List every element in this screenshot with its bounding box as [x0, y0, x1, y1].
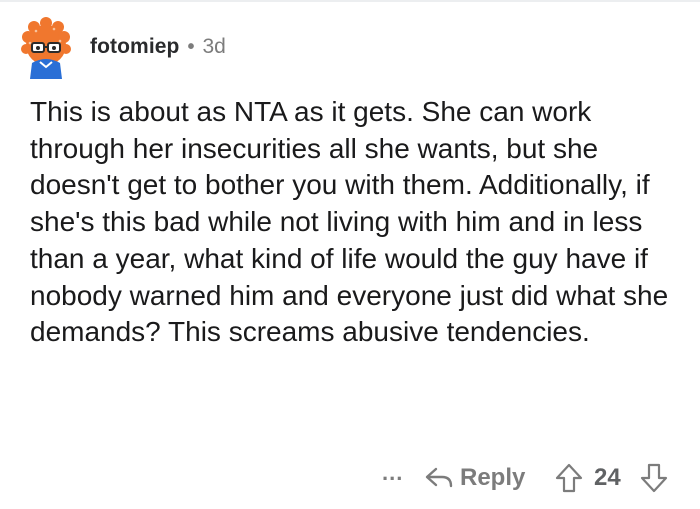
- comment-body: This is about as NTA as it gets. She can…: [30, 96, 669, 348]
- comment-header: fotomiep • 3d: [14, 14, 226, 80]
- snoo-avatar-icon[interactable]: [14, 15, 78, 79]
- top-divider: [0, 0, 700, 2]
- reply-arrow-icon: [425, 467, 453, 488]
- upvote-arrow-icon[interactable]: [555, 463, 583, 493]
- comment-actions: ... Reply 24: [0, 458, 700, 498]
- comment-age: 3d: [202, 35, 226, 58]
- meta-separator: •: [187, 35, 195, 58]
- reply-label: Reply: [460, 464, 526, 491]
- more-options-button[interactable]: ...: [382, 460, 403, 486]
- vote-score: 24: [594, 464, 621, 491]
- reply-button[interactable]: Reply: [424, 460, 525, 496]
- downvote-arrow-icon[interactable]: [640, 463, 668, 493]
- comment-author[interactable]: fotomiep: [90, 35, 179, 59]
